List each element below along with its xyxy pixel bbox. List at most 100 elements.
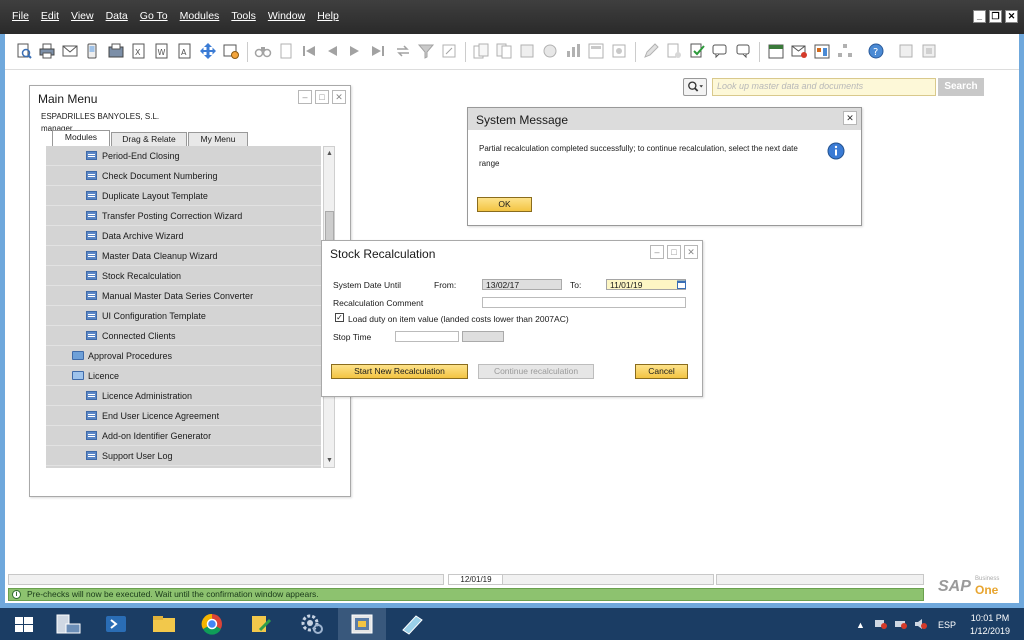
minimize-icon[interactable]: – — [298, 90, 312, 104]
gross-profit-icon[interactable] — [564, 42, 582, 60]
sort-icon[interactable] — [440, 42, 458, 60]
recalculation-comment-input[interactable] — [482, 297, 686, 308]
next-record-icon[interactable] — [346, 42, 364, 60]
ok-button[interactable]: OK — [477, 197, 532, 212]
start-new-recalculation-button[interactable]: Start New Recalculation — [331, 364, 468, 379]
layout-designer-icon[interactable] — [587, 42, 605, 60]
edit-pen-icon[interactable] — [642, 42, 660, 60]
payment-icon[interactable] — [541, 42, 559, 60]
scroll-down-icon[interactable]: ▼ — [325, 456, 334, 465]
tab-drag-relate[interactable]: Drag & Relate — [111, 132, 187, 146]
help-icon[interactable]: ? — [867, 42, 885, 60]
close-icon[interactable]: ✕ — [843, 111, 857, 125]
menu-item-series-converter[interactable]: Manual Master Data Series Converter — [46, 286, 321, 306]
journal-entry-icon[interactable] — [518, 42, 536, 60]
menu-view[interactable]: View — [67, 8, 98, 26]
refresh-icon[interactable] — [394, 42, 412, 60]
print-icon[interactable] — [38, 42, 56, 60]
gear-icon[interactable] — [288, 608, 336, 640]
add-icon[interactable] — [277, 42, 295, 60]
maximize-icon[interactable]: □ — [667, 245, 681, 259]
menu-item-support-user-log[interactable]: Support User Log — [46, 446, 321, 466]
minimize-icon[interactable]: – — [650, 245, 664, 259]
scroll-up-icon[interactable]: ▲ — [325, 149, 334, 158]
network-icon[interactable] — [874, 618, 888, 632]
from-date-field[interactable]: 13/02/17 — [482, 279, 562, 290]
cancel-button[interactable]: Cancel — [635, 364, 688, 379]
search-button[interactable]: Search — [938, 78, 984, 96]
menu-item-ui-configuration-template[interactable]: UI Configuration Template — [46, 306, 321, 326]
menu-file[interactable]: File — [8, 8, 33, 26]
menu-goto[interactable]: Go To — [136, 8, 172, 26]
volume-icon[interactable] — [914, 618, 928, 632]
new-message-icon[interactable] — [665, 42, 683, 60]
search-icon[interactable] — [683, 78, 707, 96]
tray-expand-icon[interactable]: ▲ — [856, 620, 865, 630]
menu-item-stock-recalculation[interactable]: Stock Recalculation — [46, 266, 321, 286]
search-input[interactable]: Look up master data and documents — [712, 78, 936, 96]
language-indicator[interactable]: ESP — [938, 620, 956, 630]
continue-recalculation-button[interactable]: Continue recalculation — [478, 364, 594, 379]
clock-date[interactable]: 1/12/2019 — [966, 626, 1014, 636]
menu-item-licence-administration[interactable]: Licence Administration — [46, 386, 321, 406]
server-manager-icon[interactable] — [44, 608, 92, 640]
find-icon[interactable] — [254, 42, 272, 60]
sms-icon[interactable] — [84, 42, 102, 60]
export-word-icon[interactable]: W — [153, 42, 171, 60]
lock-screen-icon[interactable] — [222, 42, 240, 60]
menu-item-addon-identifier-generator[interactable]: Add-on Identifier Generator — [46, 426, 321, 446]
calendar-picker-icon[interactable] — [677, 280, 686, 289]
load-duty-checkbox[interactable]: ✓ — [335, 313, 344, 322]
powershell-icon[interactable] — [92, 608, 140, 640]
settings-icon[interactable] — [610, 42, 628, 60]
scroll-thumb[interactable] — [325, 211, 334, 241]
email-icon[interactable] — [61, 42, 79, 60]
alert-mail-icon[interactable] — [790, 42, 808, 60]
launch-app-icon[interactable] — [199, 42, 217, 60]
export-pdf-icon[interactable]: A — [176, 42, 194, 60]
calendar-icon[interactable] — [767, 42, 785, 60]
menu-item-end-user-licence-agreement[interactable]: End User Licence Agreement — [46, 406, 321, 426]
close-icon[interactable]: ✕ — [684, 245, 698, 259]
filter-icon[interactable] — [417, 42, 435, 60]
portal-icon[interactable] — [897, 42, 915, 60]
menu-tools[interactable]: Tools — [227, 8, 260, 26]
menu-item-licence[interactable]: Licence — [46, 366, 321, 386]
tab-my-menu[interactable]: My Menu — [188, 132, 248, 146]
printer-tray-icon[interactable] — [894, 618, 908, 632]
menu-modules[interactable]: Modules — [176, 8, 224, 26]
sap-tools-icon[interactable] — [238, 608, 286, 640]
restore-icon[interactable]: ❐ — [989, 10, 1002, 23]
windows-start-icon[interactable] — [0, 608, 48, 640]
menu-item-duplicate-layout-template[interactable]: Duplicate Layout Template — [46, 186, 321, 206]
menu-item-approval-procedures[interactable]: Approval Procedures — [46, 346, 321, 366]
close-icon[interactable]: ✕ — [332, 90, 346, 104]
clock-time[interactable]: 10:01 PM — [966, 613, 1014, 623]
approve-icon[interactable] — [688, 42, 706, 60]
export-excel-icon[interactable]: X — [130, 42, 148, 60]
menu-data[interactable]: Data — [102, 8, 132, 26]
base-document-icon[interactable] — [472, 42, 490, 60]
menu-item-master-data-cleanup[interactable]: Master Data Cleanup Wizard — [46, 246, 321, 266]
stop-time-input[interactable] — [395, 331, 459, 342]
menu-help[interactable]: Help — [313, 8, 343, 26]
first-record-icon[interactable] — [300, 42, 318, 60]
preview-icon[interactable] — [15, 42, 33, 60]
minimize-icon[interactable]: _ — [973, 10, 986, 23]
tab-modules[interactable]: Modules — [52, 130, 110, 146]
last-record-icon[interactable] — [369, 42, 387, 60]
close-icon[interactable]: ✕ — [1005, 10, 1018, 23]
widget-icon[interactable] — [920, 42, 938, 60]
menu-item-data-archive-wizard[interactable]: Data Archive Wizard — [46, 226, 321, 246]
fax-icon[interactable] — [107, 42, 125, 60]
notes-icon[interactable] — [388, 608, 436, 640]
maximize-icon[interactable]: □ — [315, 90, 329, 104]
previous-record-icon[interactable] — [323, 42, 341, 60]
menu-item-check-document-numbering[interactable]: Check Document Numbering — [46, 166, 321, 186]
menu-window[interactable]: Window — [264, 8, 309, 26]
to-date-field[interactable]: 11/01/19 — [606, 279, 686, 290]
menu-item-period-end-closing[interactable]: Period-End Closing — [46, 146, 321, 166]
sap-business-one-task[interactable] — [338, 608, 386, 640]
menu-item-connected-clients[interactable]: Connected Clients — [46, 326, 321, 346]
org-chart-icon[interactable] — [836, 42, 854, 60]
